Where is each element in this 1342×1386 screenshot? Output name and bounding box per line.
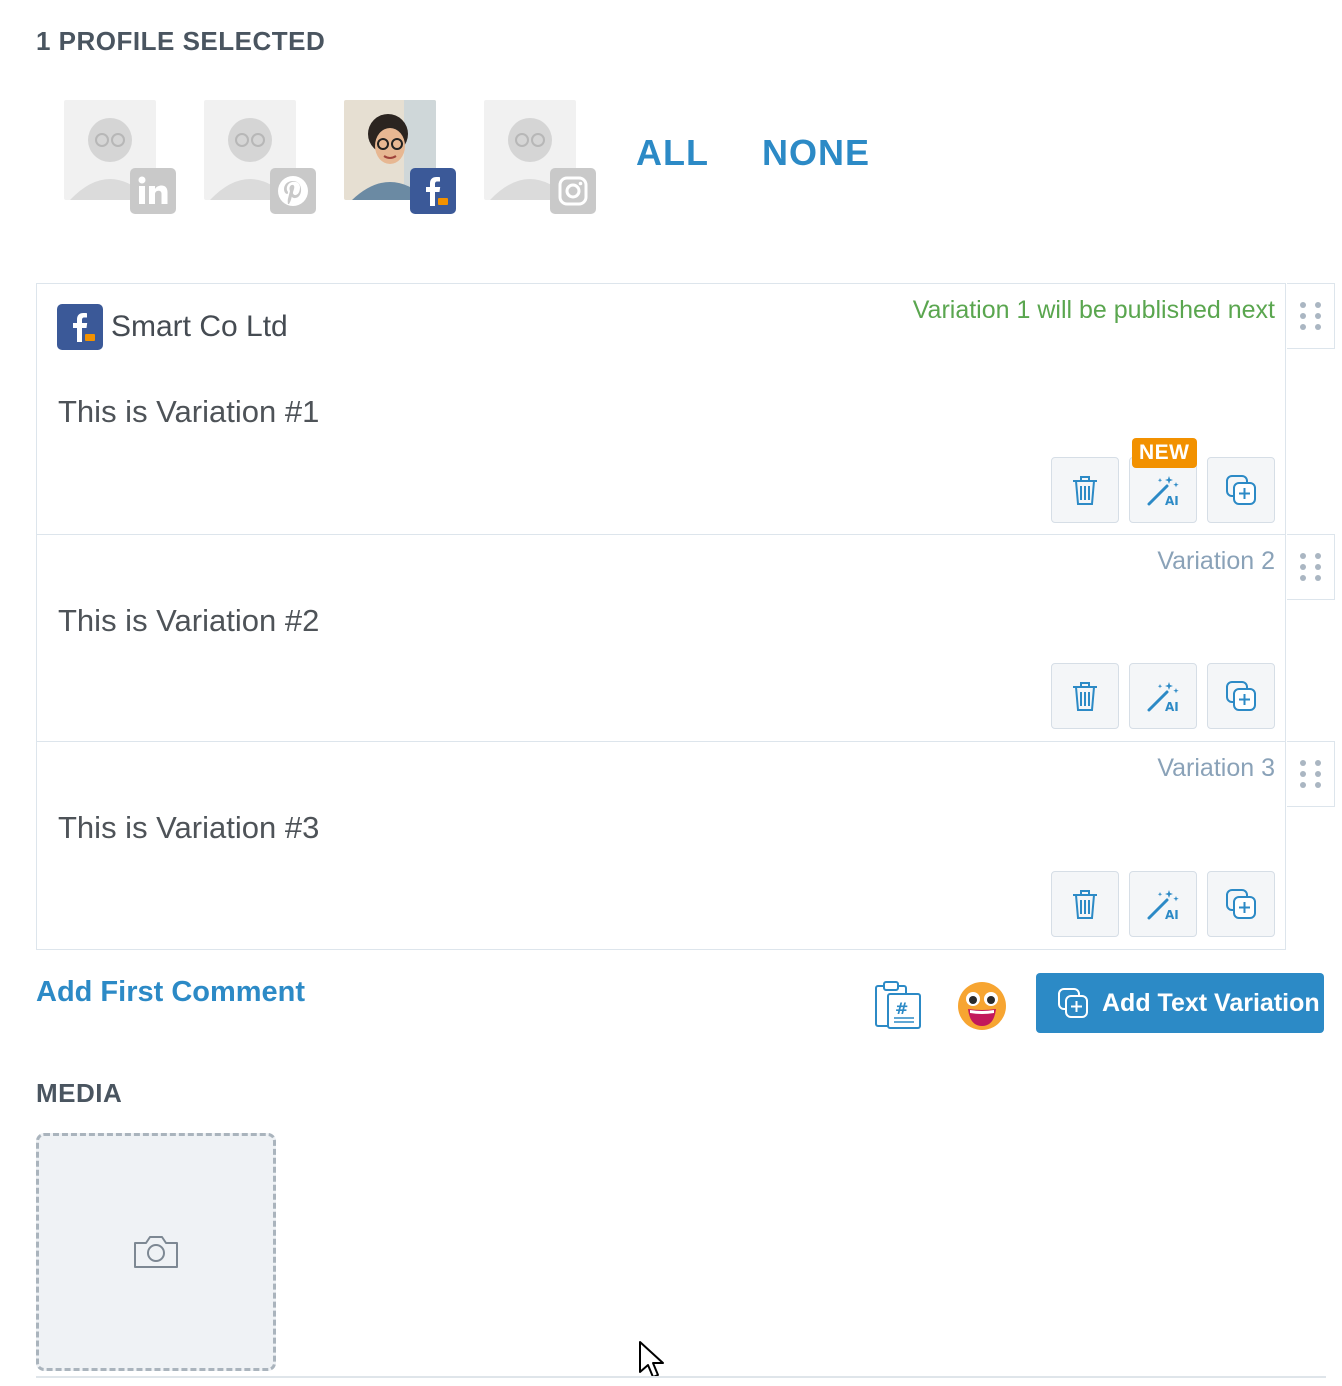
magic-wand-ai-icon: AI	[1147, 682, 1179, 714]
duplicate-icon	[1226, 475, 1256, 505]
drag-handle-icon	[1300, 553, 1321, 581]
mouse-pointer-icon	[638, 1340, 666, 1385]
variation-tools: AI	[1051, 871, 1275, 937]
facebook-icon	[57, 304, 103, 350]
media-upload-dropzone[interactable]	[36, 1133, 276, 1371]
drag-handle[interactable]	[1287, 741, 1335, 807]
svg-text:AI: AI	[1165, 700, 1179, 714]
svg-text:#: #	[895, 999, 908, 1018]
svg-text:AI: AI	[1165, 908, 1179, 922]
hashtag-clipboard-button[interactable]: #	[872, 980, 924, 1035]
duplicate-icon	[1226, 681, 1256, 711]
emoji-icon	[958, 982, 1006, 1030]
linkedin-icon	[130, 168, 176, 214]
new-badge: NEW	[1132, 438, 1197, 468]
emoji-button[interactable]	[956, 980, 1008, 1037]
variation-tools: NEW AI	[1051, 438, 1275, 523]
instagram-icon	[550, 168, 596, 214]
select-none-link[interactable]: NONE	[762, 132, 870, 174]
trash-icon	[1073, 890, 1097, 919]
media-heading: MEDIA	[36, 1078, 123, 1108]
variation-card-1: Smart Co Ltd Variation 1 will be publish…	[36, 283, 1335, 536]
magic-wand-ai-icon: AI	[1147, 476, 1179, 508]
pinterest-icon	[270, 168, 316, 214]
delete-button[interactable]	[1051, 663, 1119, 729]
profiles-selected-heading: 1 PROFILE SELECTED	[36, 26, 326, 56]
magic-wand-ai-icon: AI	[1147, 890, 1179, 922]
drag-handle[interactable]	[1287, 534, 1335, 600]
duplicate-icon	[1226, 889, 1256, 919]
add-first-comment-link[interactable]: Add First Comment	[36, 976, 305, 1009]
select-all-link[interactable]: ALL	[636, 132, 709, 174]
clipboard-hashtag-icon: #	[875, 981, 921, 1029]
profile-pinterest[interactable]	[196, 96, 316, 226]
trash-icon	[1073, 682, 1097, 711]
delete-button[interactable]	[1051, 871, 1119, 937]
variation-card-2: Variation 2 This is Variation #2 AI	[36, 534, 1335, 743]
add-text-variation-label: Add Text Variation	[1102, 988, 1320, 1017]
svg-text:AI: AI	[1165, 494, 1179, 508]
duplicate-button[interactable]	[1207, 871, 1275, 937]
facebook-icon	[410, 168, 456, 214]
variation-status: Variation 1 will be published next	[912, 296, 1275, 324]
drag-handle-icon	[1300, 302, 1321, 330]
variation-card-3: Variation 3 This is Variation #3 AI	[36, 741, 1335, 950]
add-text-variation-button[interactable]: Add Text Variation	[1036, 973, 1324, 1033]
divider	[36, 1376, 1326, 1378]
ai-assist-button[interactable]: NEW AI	[1129, 438, 1197, 523]
duplicate-button[interactable]	[1207, 457, 1275, 523]
variation-text[interactable]: This is Variation #2	[58, 603, 319, 639]
profile-instagram[interactable]	[476, 96, 596, 226]
duplicate-button[interactable]	[1207, 663, 1275, 729]
profile-linkedin[interactable]	[56, 96, 176, 226]
variation-text[interactable]: This is Variation #1	[58, 394, 319, 430]
variation-status: Variation 2	[1157, 547, 1275, 575]
camera-icon	[134, 1236, 178, 1268]
profile-facebook[interactable]	[336, 96, 456, 226]
delete-button[interactable]	[1051, 457, 1119, 523]
ai-assist-button[interactable]: AI	[1129, 871, 1197, 937]
post-profile: Smart Co Ltd	[57, 304, 288, 350]
trash-icon	[1073, 476, 1097, 505]
variation-text[interactable]: This is Variation #3	[58, 810, 319, 846]
drag-handle-icon	[1300, 760, 1321, 788]
variation-status: Variation 3	[1157, 754, 1275, 782]
profile-name: Smart Co Ltd	[111, 310, 288, 343]
duplicate-icon	[1058, 988, 1088, 1018]
ai-assist-button[interactable]: AI	[1129, 663, 1197, 729]
drag-handle[interactable]	[1287, 283, 1335, 349]
variation-tools: AI	[1051, 663, 1275, 729]
